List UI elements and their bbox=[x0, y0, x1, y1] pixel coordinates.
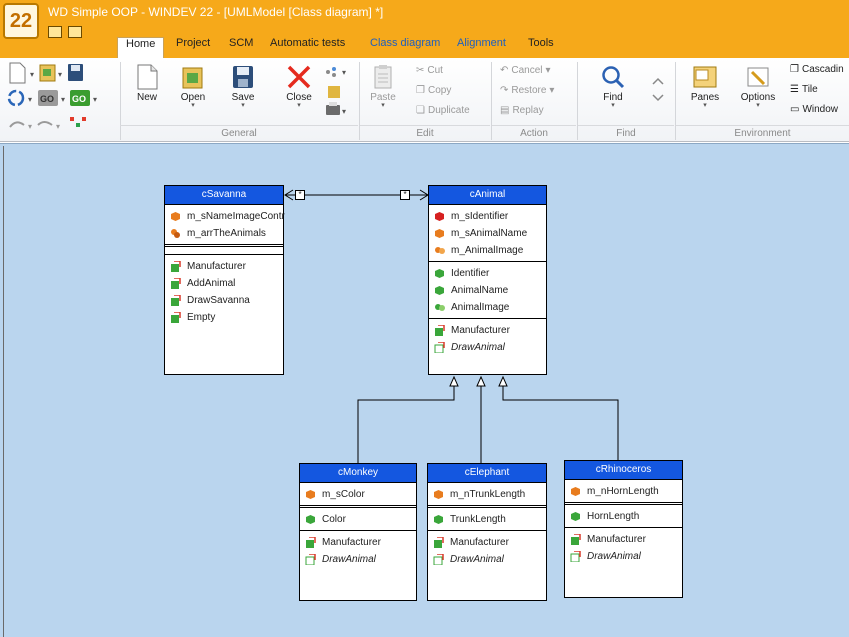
member-row[interactable]: m_sNameImageContr bbox=[170, 208, 285, 225]
property-row[interactable]: HornLength bbox=[570, 508, 682, 525]
property-row[interactable]: AnimalName bbox=[434, 282, 546, 299]
property-icon bbox=[435, 304, 445, 311]
properties-section: Identifier AnimalName AnimalImage bbox=[429, 261, 546, 318]
member-row[interactable]: m_arrTheAnimals bbox=[170, 225, 283, 242]
abstract-method-row[interactable]: DrawAnimal bbox=[570, 548, 682, 565]
member-icon bbox=[306, 490, 315, 499]
inheritance-link-elephant[interactable] bbox=[476, 375, 486, 463]
property-row[interactable]: Identifier bbox=[434, 265, 546, 282]
property-icon bbox=[435, 286, 444, 295]
members-section: m_sColor bbox=[300, 482, 416, 505]
relations-layer bbox=[284, 189, 619, 463]
class-csavanna[interactable]: cSavanna m_sNameImageContr m_arrTheAnima… bbox=[164, 185, 285, 375]
class-title: cSavanna bbox=[165, 186, 283, 204]
method-row[interactable]: Manufacturer bbox=[434, 322, 546, 339]
image-member-icon bbox=[435, 247, 445, 254]
member-row[interactable]: m_AnimalImage bbox=[434, 242, 546, 259]
method-row[interactable]: Manufacturer bbox=[170, 258, 283, 275]
member-row[interactable]: m_sIdentifier bbox=[434, 208, 546, 225]
property-icon bbox=[306, 515, 315, 524]
method-icon bbox=[571, 534, 581, 545]
property-icon bbox=[434, 515, 443, 524]
property-icon bbox=[435, 269, 444, 278]
abstract-method-icon bbox=[305, 554, 316, 565]
member-row[interactable]: m_sColor bbox=[305, 486, 416, 503]
inheritance-link-monkey[interactable] bbox=[357, 375, 459, 463]
methods-section: Manufacturer DrawAnimal bbox=[428, 530, 546, 570]
class-title: cRhinoceros bbox=[565, 461, 682, 479]
methods-section: Manufacturer DrawAnimal bbox=[429, 318, 546, 358]
property-row[interactable]: Color bbox=[305, 511, 416, 528]
methods-section: Manufacturer DrawAnimal bbox=[565, 527, 682, 567]
class-celephant[interactable]: cElephant m_nTrunkLength TrunkLength Man… bbox=[427, 463, 547, 601]
method-icon bbox=[171, 278, 181, 289]
member-row[interactable]: m_nTrunkLength bbox=[433, 486, 546, 503]
methods-section: Manufacturer DrawAnimal bbox=[300, 530, 416, 570]
method-icon bbox=[306, 537, 316, 548]
property-row[interactable]: AnimalImage bbox=[434, 299, 546, 316]
abstract-method-icon bbox=[434, 342, 445, 353]
methods-section: Manufacturer AddAnimal DrawSavanna Empty bbox=[165, 254, 283, 328]
key-member-icon bbox=[435, 212, 444, 221]
property-row[interactable]: TrunkLength bbox=[433, 511, 546, 528]
member-icon bbox=[171, 212, 180, 221]
members-section: m_sIdentifier m_sAnimalName m_AnimalImag… bbox=[429, 204, 546, 261]
member-icon bbox=[435, 229, 444, 238]
member-icon bbox=[571, 487, 580, 496]
properties-section: HornLength bbox=[565, 502, 682, 527]
abstract-method-row[interactable]: DrawAnimal bbox=[434, 339, 546, 356]
method-row[interactable]: DrawSavanna bbox=[170, 292, 283, 309]
properties-section: Color bbox=[300, 505, 416, 530]
members-section: m_nHornLength bbox=[565, 479, 682, 502]
inheritance-link-rhinoceros[interactable] bbox=[498, 375, 619, 460]
abstract-method-row[interactable]: DrawAnimal bbox=[433, 551, 546, 568]
property-icon bbox=[571, 512, 580, 521]
method-icon bbox=[171, 312, 181, 323]
method-row[interactable]: Empty bbox=[170, 309, 283, 326]
class-title: cAnimal bbox=[429, 186, 546, 204]
class-canimal[interactable]: cAnimal m_sIdentifier m_sAnimalName m_An… bbox=[428, 185, 547, 375]
members-section: m_nTrunkLength bbox=[428, 482, 546, 505]
method-row[interactable]: Manufacturer bbox=[570, 531, 682, 548]
method-row[interactable]: Manufacturer bbox=[305, 534, 416, 551]
method-icon bbox=[435, 325, 445, 336]
member-row[interactable]: m_sAnimalName bbox=[434, 225, 546, 242]
abstract-method-icon bbox=[570, 551, 581, 562]
properties-section bbox=[165, 244, 283, 254]
method-icon bbox=[171, 261, 181, 272]
members-section: m_sNameImageContr m_arrTheAnimals bbox=[165, 204, 285, 244]
class-cmonkey[interactable]: cMonkey m_sColor Color Manufacturer Draw… bbox=[299, 463, 417, 601]
array-member-icon bbox=[171, 229, 180, 238]
properties-section: TrunkLength bbox=[428, 505, 546, 530]
method-icon bbox=[434, 537, 444, 548]
abstract-method-row[interactable]: DrawAnimal bbox=[305, 551, 416, 568]
method-row[interactable]: Manufacturer bbox=[433, 534, 546, 551]
abstract-method-icon bbox=[433, 554, 444, 565]
multiplicity-right[interactable]: * bbox=[400, 190, 410, 200]
class-title: cElephant bbox=[428, 464, 546, 482]
multiplicity-left[interactable]: * bbox=[295, 190, 305, 200]
member-row[interactable]: m_nHornLength bbox=[570, 483, 682, 500]
method-icon bbox=[171, 295, 181, 306]
class-crhinoceros[interactable]: cRhinoceros m_nHornLength HornLength Man… bbox=[564, 460, 683, 598]
class-title: cMonkey bbox=[300, 464, 416, 482]
member-icon bbox=[434, 490, 443, 499]
method-row[interactable]: AddAnimal bbox=[170, 275, 283, 292]
